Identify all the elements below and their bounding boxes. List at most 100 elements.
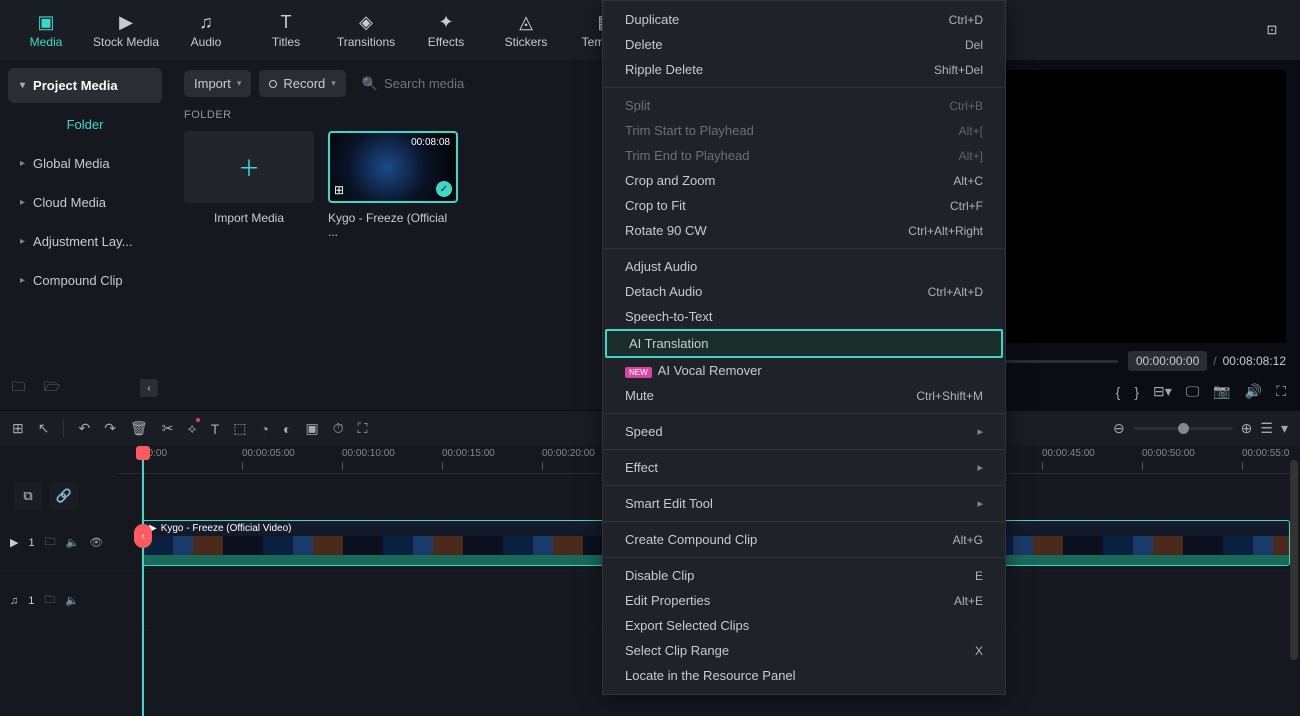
tab-label: Media: [30, 35, 63, 49]
menu-item-locate-in-the-resource-panel[interactable]: Locate in the Resource Panel: [603, 663, 1005, 688]
new-folder-icon[interactable]: 🗀: [12, 378, 32, 398]
timer-icon[interactable]: ⏱: [333, 420, 344, 437]
zoom-out-icon[interactable]: ⊖: [1113, 420, 1125, 437]
visibility-icon[interactable]: 👁: [89, 536, 103, 549]
menu-item-label: Split: [625, 98, 650, 113]
monitor-icon[interactable]: 🖵: [1186, 383, 1200, 400]
text-icon[interactable]: T: [211, 421, 220, 437]
divider: [63, 420, 64, 438]
menu-item-crop-and-zoom[interactable]: Crop and ZoomAlt+C: [603, 168, 1005, 193]
fullscreen-icon[interactable]: ⛶: [1276, 383, 1286, 400]
menu-separator: [603, 521, 1005, 522]
delete-icon[interactable]: 🗑: [130, 420, 148, 437]
view-mode-icon[interactable]: ☰: [1260, 420, 1273, 437]
tab-stock-media[interactable]: ▶Stock Media: [90, 4, 162, 56]
menu-item-create-compound-clip[interactable]: Create Compound ClipAlt+G: [603, 527, 1005, 552]
resize-icon[interactable]: ⬚: [233, 420, 246, 437]
effects-icon: ✦: [438, 11, 453, 33]
menu-shortcut: Ctrl+D: [949, 13, 983, 27]
import-dropdown[interactable]: Import▾: [184, 70, 251, 97]
sidebar-item-cloud-media[interactable]: ▸Cloud Media: [8, 185, 162, 220]
menu-item-label: Effect: [625, 460, 658, 475]
menu-item-label: Crop and Zoom: [625, 173, 715, 188]
menu-item-label: Create Compound Clip: [625, 532, 757, 547]
record-dropdown[interactable]: Record▾: [259, 70, 345, 97]
cut-icon[interactable]: ✂: [162, 420, 174, 437]
menu-item-mute[interactable]: MuteCtrl+Shift+M: [603, 383, 1005, 408]
crop-icon[interactable]: ⟡: [187, 420, 196, 437]
submenu-arrow-icon: ▸: [977, 497, 983, 510]
more-icon[interactable]: ▾: [1281, 420, 1288, 437]
playhead[interactable]: ‹: [142, 446, 144, 716]
brace-close-icon[interactable]: }: [1134, 384, 1139, 400]
menu-item-label: Select Clip Range: [625, 643, 729, 658]
zoom-slider[interactable]: [1133, 427, 1233, 430]
undo-icon[interactable]: ↶: [78, 420, 90, 437]
sidebar-item-project-media[interactable]: ▾Project Media: [8, 68, 162, 103]
menu-separator: [603, 449, 1005, 450]
snapshot-icon[interactable]: 📷: [1213, 383, 1230, 400]
menu-item-crop-to-fit[interactable]: Crop to FitCtrl+F: [603, 193, 1005, 218]
grid-icon[interactable]: ⊞: [12, 420, 24, 437]
zoom-in-icon[interactable]: ⊕: [1241, 420, 1253, 437]
timeline-link-icon[interactable]: ⧉: [14, 482, 42, 510]
mute-icon[interactable]: 🔈: [65, 594, 79, 607]
menu-item-label: NEWAI Vocal Remover: [625, 363, 762, 378]
media-clip-card[interactable]: 00:08:08 ⊞ ✓ Kygo - Freeze (Official ...: [328, 131, 458, 239]
brace-open-icon[interactable]: {: [1116, 384, 1121, 400]
tab-titles[interactable]: TTitles: [250, 4, 322, 56]
menu-item-effect[interactable]: Effect▸: [603, 455, 1005, 480]
menu-item-delete[interactable]: DeleteDel: [603, 32, 1005, 57]
expand-icon[interactable]: ⛶: [358, 420, 368, 437]
chevron-right-icon: ▸: [20, 275, 25, 286]
zoom-handle[interactable]: [1178, 423, 1189, 434]
menu-item-select-clip-range[interactable]: Select Clip RangeX: [603, 638, 1005, 663]
timeline-chain-icon[interactable]: 🔗: [50, 482, 78, 510]
menu-item-ai-vocal-remover[interactable]: NEWAI Vocal Remover: [603, 358, 1005, 383]
sidebar-item-global-media[interactable]: ▸Global Media: [8, 146, 162, 181]
menu-item-label: Duplicate: [625, 12, 679, 27]
folder-icon[interactable]: 🗀: [44, 591, 55, 610]
tab-audio[interactable]: ♫Audio: [170, 4, 242, 56]
sidebar-item-compound-clip[interactable]: ▸Compound Clip: [8, 263, 162, 298]
frame-icon[interactable]: ▣: [305, 420, 318, 437]
speed-icon[interactable]: ◔: [261, 421, 269, 437]
tab-effects[interactable]: ✦Effects: [410, 4, 482, 56]
menu-item-export-selected-clips[interactable]: Export Selected Clips: [603, 613, 1005, 638]
menu-item-smart-edit-tool[interactable]: Smart Edit Tool▸: [603, 491, 1005, 516]
menu-item-label: Edit Properties: [625, 593, 710, 608]
mute-icon[interactable]: 🔈: [66, 536, 80, 549]
menu-item-ripple-delete[interactable]: Ripple DeleteShift+Del: [603, 57, 1005, 82]
menu-item-speech-to-text[interactable]: Speech-to-Text: [603, 304, 1005, 329]
cursor-icon[interactable]: ↖: [38, 420, 50, 437]
tab-transitions[interactable]: ◈Transitions: [330, 4, 402, 56]
color-icon[interactable]: ◐: [283, 421, 291, 437]
sidebar-item-adjustment-layer[interactable]: ▸Adjustment Lay...: [8, 224, 162, 259]
menu-separator: [603, 413, 1005, 414]
menu-item-ai-translation[interactable]: AI Translation: [605, 329, 1003, 358]
menu-item-adjust-audio[interactable]: Adjust Audio: [603, 254, 1005, 279]
aspect-icon[interactable]: ⊟▾: [1153, 383, 1172, 400]
redo-icon[interactable]: ↷: [104, 420, 116, 437]
collapse-sidebar-button[interactable]: ‹: [140, 379, 158, 397]
menu-item-speed[interactable]: Speed▸: [603, 419, 1005, 444]
tab-media[interactable]: ▣Media: [10, 4, 82, 56]
delete-folder-icon[interactable]: 🗁: [44, 378, 64, 398]
tab-stickers[interactable]: ◬Stickers: [490, 4, 562, 56]
stats-icon[interactable]: ⊡: [1262, 20, 1282, 40]
menu-item-rotate-90-cw[interactable]: Rotate 90 CWCtrl+Alt+Right: [603, 218, 1005, 243]
menu-shortcut: Ctrl+F: [950, 199, 983, 213]
volume-icon[interactable]: 🔊: [1245, 383, 1262, 400]
menu-item-label: Speech-to-Text: [625, 309, 712, 324]
folder-icon[interactable]: 🗀: [45, 533, 56, 552]
scrollbar[interactable]: [1290, 460, 1298, 660]
import-media-card[interactable]: ＋ Import Media: [184, 131, 314, 239]
clip-title: Kygo - Freeze (Official Video): [161, 523, 292, 534]
playhead-grip[interactable]: ‹: [134, 524, 152, 548]
menu-item-detach-audio[interactable]: Detach AudioCtrl+Alt+D: [603, 279, 1005, 304]
menu-separator: [603, 248, 1005, 249]
menu-item-duplicate[interactable]: Duplicate Ctrl+D: [603, 7, 1005, 32]
menu-item-edit-properties[interactable]: Edit PropertiesAlt+E: [603, 588, 1005, 613]
menu-item-disable-clip[interactable]: Disable ClipE: [603, 563, 1005, 588]
sidebar-item-folder[interactable]: Folder: [8, 107, 162, 142]
